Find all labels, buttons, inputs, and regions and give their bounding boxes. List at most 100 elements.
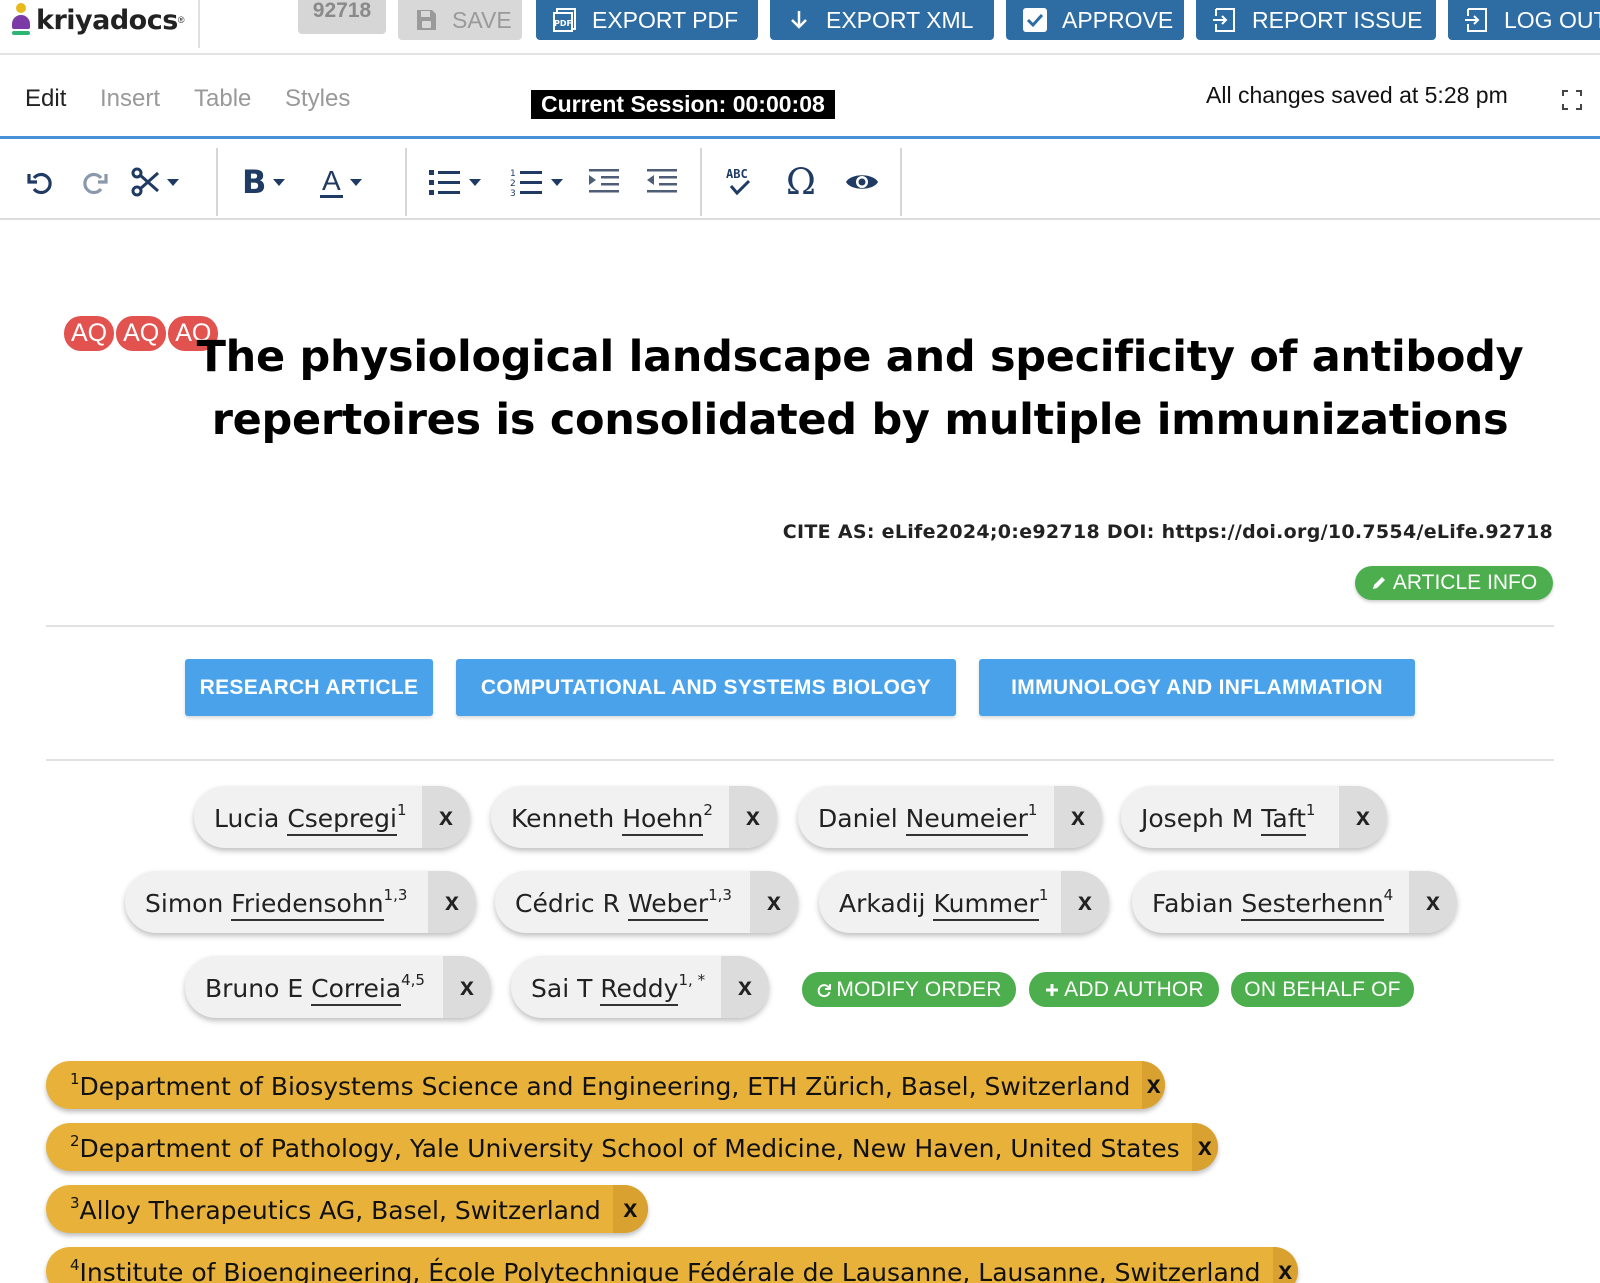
special-character-button[interactable]: Ω — [786, 162, 816, 203]
redo-button[interactable] — [79, 162, 111, 202]
indent-button[interactable] — [588, 162, 620, 202]
remove-author-button[interactable]: x — [428, 871, 476, 933]
affiliation-number: 3 — [70, 1193, 80, 1212]
menu-edit[interactable]: Edit — [25, 85, 66, 113]
chevron-down-icon — [349, 178, 362, 186]
author-given-name: Joseph M — [1141, 804, 1254, 833]
cite-as-line: CITE AS: eLife2024;0:e92718 DOI: https:/… — [782, 521, 1553, 543]
affiliation-number: 1 — [70, 1069, 80, 1088]
fullscreen-icon[interactable] — [1562, 90, 1582, 110]
author-chip[interactable]: Bruno E Correia4,5 x — [185, 956, 491, 1018]
affiliation-chip[interactable]: 1Department of Biosystems Science and En… — [46, 1061, 1165, 1109]
author-given-name: Kenneth — [511, 804, 615, 833]
log-out-button[interactable]: LOG OUT — [1448, 0, 1600, 40]
category-research-article[interactable]: RESEARCH ARTICLE — [185, 659, 433, 716]
report-issue-label: REPORT ISSUE — [1252, 6, 1423, 33]
remove-author-button[interactable]: x — [1339, 786, 1387, 848]
query-badge[interactable]: AQ — [64, 316, 115, 351]
author-chip[interactable]: Simon Friedensohn1,3 x — [125, 871, 476, 933]
undo-button[interactable] — [24, 162, 56, 202]
bullet-list-dropdown[interactable] — [428, 162, 481, 202]
svg-text:1: 1 — [510, 169, 516, 179]
approve-button[interactable]: APPROVE — [1006, 0, 1184, 40]
cut-icon — [131, 167, 159, 197]
redo-icon — [83, 172, 108, 195]
preview-button[interactable] — [845, 162, 879, 202]
article-info-button[interactable]: ARTICLE INFO — [1355, 566, 1553, 600]
author-chip[interactable]: Daniel Neumeier1 x — [798, 786, 1102, 848]
article-info-label: ARTICLE INFO — [1392, 571, 1538, 594]
affiliation-number: 2 — [70, 1131, 80, 1150]
modify-order-label: MODIFY ORDER — [836, 977, 1002, 1001]
affiliation-chip[interactable]: 4Institute of Bioengineering, École Poly… — [46, 1247, 1298, 1283]
author-chip[interactable]: Arkadij Kummer1 x — [819, 871, 1109, 933]
remove-author-button[interactable]: x — [443, 956, 491, 1018]
spellcheck-button[interactable]: ABC — [724, 162, 756, 202]
author-chip[interactable]: Fabian Sesterhenn4 x — [1132, 871, 1457, 933]
bold-icon: B — [242, 163, 267, 201]
affiliation-text: Department of Biosystems Science and Eng… — [79, 1071, 1131, 1101]
export-xml-label: EXPORT XML — [826, 6, 974, 33]
remove-author-button[interactable]: x — [750, 871, 798, 933]
bold-dropdown[interactable]: B — [242, 162, 286, 202]
numbered-list-dropdown[interactable]: 123 — [510, 162, 563, 202]
author-chip[interactable]: Sai T Reddy1, * x — [511, 956, 769, 1018]
author-given-name: Lucia — [214, 804, 280, 833]
author-chip[interactable]: Kenneth Hoehn2 x — [491, 786, 777, 848]
author-surname: Friedensohn — [231, 889, 384, 921]
chevron-down-icon — [469, 178, 481, 186]
category-computational-systems-biology[interactable]: COMPUTATIONAL AND SYSTEMS BIOLOGY — [456, 659, 956, 716]
author-surname: Reddy — [600, 974, 679, 1006]
outdent-button[interactable] — [646, 162, 678, 202]
article-title[interactable]: The physiological landscape and specific… — [160, 326, 1560, 452]
on-behalf-of-button[interactable]: ON BEHALF OF — [1231, 972, 1414, 1007]
formatting-toolbar: B A 123 ABC Ω — [0, 142, 1600, 220]
menu-insert[interactable]: Insert — [100, 85, 160, 113]
author-affiliation-ref: 1 — [1027, 801, 1038, 819]
author-chip[interactable]: Cédric R Weber1,3 x — [495, 871, 798, 933]
author-surname: Hoehn — [622, 804, 704, 836]
remove-author-button[interactable]: x — [1054, 786, 1102, 848]
export-pdf-button[interactable]: PDF EXPORT PDF — [536, 0, 758, 40]
divider — [46, 759, 1554, 761]
remove-affiliation-button[interactable]: x — [1142, 1061, 1165, 1109]
indent-icon — [589, 169, 619, 193]
affiliation-chip[interactable]: 3Alloy Therapeutics AG, Basel, Switzerla… — [46, 1185, 648, 1233]
bullet-list-icon — [429, 170, 460, 195]
remove-author-button[interactable]: x — [721, 956, 769, 1018]
author-given-name: Cédric R — [515, 889, 620, 918]
category-immunology-inflammation[interactable]: IMMUNOLOGY AND INFLAMMATION — [979, 659, 1415, 716]
author-affiliation-ref: 1 — [1038, 886, 1049, 904]
add-author-button[interactable]: ADD AUTHOR — [1029, 972, 1219, 1007]
export-xml-button[interactable]: EXPORT XML — [770, 0, 994, 40]
divider — [46, 625, 1554, 627]
menu-table[interactable]: Table — [194, 85, 251, 113]
save-label: SAVE — [452, 6, 512, 33]
remove-affiliation-button[interactable]: x — [612, 1185, 648, 1233]
remove-author-button[interactable]: x — [729, 786, 777, 848]
remove-author-button[interactable]: x — [1061, 871, 1109, 933]
report-issue-button[interactable]: REPORT ISSUE — [1196, 0, 1436, 40]
font-color-dropdown[interactable]: A — [320, 162, 362, 202]
remove-affiliation-button[interactable]: x — [1272, 1247, 1298, 1283]
author-given-name: Simon — [145, 889, 224, 918]
affiliation-chip[interactable]: 2Department of Pathology, Yale Universit… — [46, 1123, 1218, 1171]
modify-order-button[interactable]: MODIFY ORDER — [802, 972, 1016, 1007]
remove-affiliation-button[interactable]: x — [1191, 1123, 1218, 1171]
affiliation-text: Institute of Bioengineering, École Polyt… — [79, 1257, 1261, 1283]
author-given-name: Daniel — [818, 804, 898, 833]
menu-styles[interactable]: Styles — [285, 85, 350, 113]
query-badge[interactable]: AQ — [116, 316, 167, 351]
pdf-file-icon: PDF — [552, 7, 578, 33]
author-surname: Correia — [311, 974, 402, 1006]
svg-text:ABC: ABC — [726, 167, 748, 181]
remove-author-button[interactable]: x — [422, 786, 470, 848]
remove-author-button[interactable]: x — [1409, 871, 1457, 933]
affiliation-text: Alloy Therapeutics AG, Basel, Switzerlan… — [79, 1195, 601, 1225]
cut-dropdown[interactable] — [130, 162, 179, 202]
author-chip[interactable]: Lucia Csepregi1 x — [194, 786, 470, 848]
affiliation-number: 4 — [70, 1255, 80, 1274]
author-chip[interactable]: Joseph M Taft1 x — [1121, 786, 1387, 848]
toolbar-separator — [405, 148, 407, 216]
save-button[interactable]: SAVE — [398, 0, 522, 40]
